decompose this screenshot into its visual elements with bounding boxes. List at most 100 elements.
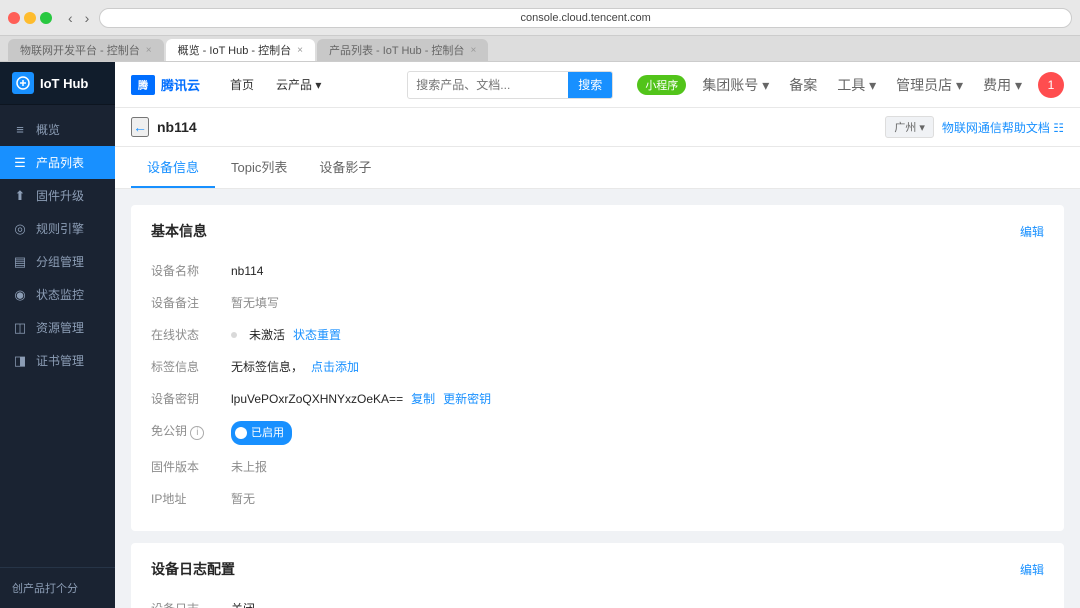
basic-info-header: 基本信息 编辑 (151, 221, 1044, 241)
product-list-icon: ☰ (12, 155, 28, 171)
browser-tab-3[interactable]: 产品列表 - IoT Hub - 控制台 × (317, 39, 488, 61)
field-ip: IP地址 暂无 (151, 483, 1044, 515)
device-log-header: 设备日志配置 编辑 (151, 559, 1044, 579)
copy-key-link[interactable]: 复制 (411, 389, 435, 409)
sidebar-item-label: 产品列表 (36, 154, 84, 171)
sidebar-item-label: 规则引擎 (36, 220, 84, 237)
key-value: lpuVePOxrZoQXHNYxzOeKA== (231, 389, 403, 409)
user-avatar[interactable]: 1 (1038, 72, 1064, 98)
group-account-btn[interactable]: 集团账号 ▾ (698, 71, 773, 99)
sidebar-item-label: 状态监控 (36, 286, 84, 303)
field-device-name: 设备名称 nb114 (151, 255, 1044, 287)
record-btn[interactable]: 备案 (785, 71, 821, 99)
maximize-window-btn[interactable] (40, 12, 52, 24)
sidebar-item-rules[interactable]: ◎ 规则引擎 (0, 212, 115, 245)
browser-nav: ‹ › (64, 8, 93, 28)
add-tag-link[interactable]: 点击添加 (311, 357, 359, 377)
browser-tab-2[interactable]: 概览 - IoT Hub - 控制台 × (166, 39, 315, 61)
tencent-name: 腾讯云 (161, 75, 200, 94)
admin-btn[interactable]: 管理员店 ▾ (892, 71, 967, 99)
nav-menu: 首页 云产品 ▾ (220, 72, 331, 97)
svg-text:腾: 腾 (137, 79, 149, 92)
field-online-status: 在线状态 未激活 状态重置 (151, 319, 1044, 351)
region-selector[interactable]: 广州 ▾ (885, 116, 934, 138)
forward-nav-btn[interactable]: › (81, 8, 94, 28)
breadcrumb-bar: ← nb114 广州 ▾ 物联网通信帮助文档 ☷ (115, 108, 1080, 147)
field-tags: 标签信息 无标签信息， 点击添加 (151, 351, 1044, 383)
tab-device-info[interactable]: 设备信息 (131, 147, 215, 188)
tab-close-3[interactable]: × (470, 45, 476, 56)
address-bar[interactable]: console.cloud.tencent.com (99, 8, 1072, 28)
device-log-card: 设备日志配置 编辑 设备日志 关闭 日志等级 无 (131, 543, 1064, 608)
sidebar-item-label: 分组管理 (36, 253, 84, 270)
close-window-btn[interactable] (8, 12, 20, 24)
app-wrapper: IoT Hub ≡ 概览 ☰ 产品列表 ⬆ 固件升级 ◎ 规则引擎 ▤ 分组管理 (0, 62, 1080, 608)
billing-btn[interactable]: 费用 ▾ (979, 71, 1026, 99)
sidebar-item-certs[interactable]: ◨ 证书管理 (0, 344, 115, 377)
back-nav-btn[interactable]: ‹ (64, 8, 77, 28)
sidebar-item-label: 固件升级 (36, 187, 84, 204)
nav-home[interactable]: 首页 (220, 72, 264, 97)
sidebar-item-label: 概览 (36, 121, 60, 138)
firmware-icon: ⬆ (12, 188, 28, 204)
search-input[interactable] (408, 78, 568, 92)
sidebar-item-label: 资源管理 (36, 319, 84, 336)
content-scroll: 基本信息 编辑 设备名称 nb114 设备备注 暂无填写 在线状态 未激活 (115, 189, 1080, 608)
sidebar-item-monitor[interactable]: ◉ 状态监控 (0, 278, 115, 311)
field-device-note: 设备备注 暂无填写 (151, 287, 1044, 319)
browser-tab-1[interactable]: 物联网开发平台 - 控制台 × (8, 39, 164, 61)
tab-close-1[interactable]: × (146, 45, 152, 56)
field-public-key: 免公钥 i 已启用 (151, 415, 1044, 451)
minimize-window-btn[interactable] (24, 12, 36, 24)
window-controls (8, 12, 52, 24)
basic-info-title: 基本信息 (151, 221, 207, 241)
sidebar-nav: ≡ 概览 ☰ 产品列表 ⬆ 固件升级 ◎ 规则引擎 ▤ 分组管理 ◉ 状态监控 (0, 105, 115, 567)
sidebar-item-firmware[interactable]: ⬆ 固件升级 (0, 179, 115, 212)
certs-icon: ◨ (12, 353, 28, 369)
tools-btn[interactable]: 工具 ▾ (833, 71, 880, 99)
rules-icon: ◎ (12, 221, 28, 237)
page-title: nb114 (157, 119, 197, 135)
browser-chrome: ‹ › console.cloud.tencent.com (0, 0, 1080, 36)
sidebar-item-resources[interactable]: ◫ 资源管理 (0, 311, 115, 344)
tencent-logo: 腾 腾讯云 (131, 75, 200, 95)
overview-icon: ≡ (12, 122, 28, 137)
sidebar-bottom-text[interactable]: 创产品打个分 (12, 576, 103, 600)
tabs-bar: 设备信息 Topic列表 设备影子 (115, 147, 1080, 189)
field-device-key: 设备密钥 lpuVePOxrZoQXHNYxzOeKA== 复制 更新密钥 (151, 383, 1044, 415)
browser-tabs: 物联网开发平台 - 控制台 × 概览 - IoT Hub - 控制台 × 产品列… (0, 36, 1080, 62)
nav-search: 搜索 (407, 71, 613, 99)
toggle-enabled[interactable]: 已启用 (231, 421, 292, 445)
main-area: 腾 腾讯云 首页 云产品 ▾ 搜索 小程序 集团账号 ▾ 备案 工具 ▾ 管理员… (115, 62, 1080, 608)
tags-text: 无标签信息， (231, 357, 303, 377)
search-button[interactable]: 搜索 (568, 72, 612, 98)
status-reset-link[interactable]: 状态重置 (293, 325, 341, 345)
mini-program-badge[interactable]: 小程序 (637, 75, 686, 95)
tab-close-2[interactable]: × (297, 45, 303, 56)
sidebar-item-overview[interactable]: ≡ 概览 (0, 113, 115, 146)
sidebar-logo: IoT Hub (0, 62, 115, 105)
basic-info-edit[interactable]: 编辑 (1020, 223, 1044, 240)
top-nav: 腾 腾讯云 首页 云产品 ▾ 搜索 小程序 集团账号 ▾ 备案 工具 ▾ 管理员… (115, 62, 1080, 108)
field-log-switch: 设备日志 关闭 (151, 593, 1044, 608)
breadcrumb-right: 广州 ▾ 物联网通信帮助文档 ☷ (885, 116, 1064, 138)
field-firmware: 固件版本 未上报 (151, 451, 1044, 483)
back-button[interactable]: ← (131, 117, 149, 137)
tab-topic-list[interactable]: Topic列表 (215, 147, 303, 188)
nav-right: 小程序 集团账号 ▾ 备案 工具 ▾ 管理员店 ▾ 费用 ▾ 1 (637, 71, 1064, 99)
tab-device-shadow[interactable]: 设备影子 (303, 147, 387, 188)
sidebar-item-label: 证书管理 (36, 352, 84, 369)
nav-products[interactable]: 云产品 ▾ (266, 72, 331, 97)
public-key-info-icon[interactable]: i (190, 426, 204, 440)
sidebar-item-product-list[interactable]: ☰ 产品列表 (0, 146, 115, 179)
monitor-icon: ◉ (12, 287, 28, 303)
status-dot (231, 332, 237, 338)
toggle-dot (235, 427, 247, 439)
doc-link[interactable]: 物联网通信帮助文档 ☷ (942, 119, 1064, 136)
sidebar: IoT Hub ≡ 概览 ☰ 产品列表 ⬆ 固件升级 ◎ 规则引擎 ▤ 分组管理 (0, 62, 115, 608)
resources-icon: ◫ (12, 320, 28, 336)
device-log-edit[interactable]: 编辑 (1020, 561, 1044, 578)
sidebar-item-groups[interactable]: ▤ 分组管理 (0, 245, 115, 278)
update-key-link[interactable]: 更新密钥 (443, 389, 491, 409)
basic-info-card: 基本信息 编辑 设备名称 nb114 设备备注 暂无填写 在线状态 未激活 (131, 205, 1064, 531)
